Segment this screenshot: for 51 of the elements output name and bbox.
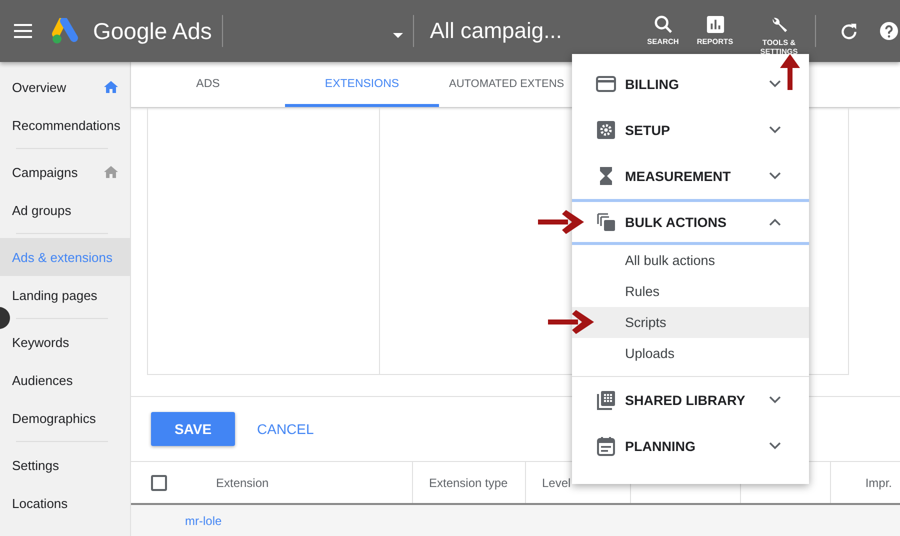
- bar-chart-icon: [706, 15, 724, 34]
- chevron-up-icon: [769, 218, 781, 226]
- library-icon: [596, 390, 616, 410]
- sidebar-item[interactable]: Audiences: [0, 361, 130, 399]
- column-header[interactable]: Extension: [216, 476, 269, 490]
- menu-section[interactable]: SETUP: [572, 107, 809, 153]
- annotation-arrow: [548, 310, 594, 334]
- menu-item[interactable]: Uploads: [572, 338, 809, 369]
- chevron-down-icon: [769, 172, 781, 180]
- caret-icon[interactable]: [392, 32, 403, 38]
- menu-item[interactable]: Scripts: [572, 307, 809, 338]
- sidebar-item[interactable]: Ad groups: [0, 191, 130, 229]
- sidebar-item[interactable]: Landing pages: [0, 276, 130, 314]
- column-header[interactable]: Extension type: [429, 476, 508, 490]
- menu-section[interactable]: MEASUREMENT: [572, 153, 809, 199]
- menu-icon[interactable]: [14, 24, 32, 38]
- refresh-icon[interactable]: [840, 22, 858, 40]
- menu-section[interactable]: PLANNING: [572, 423, 809, 469]
- sidebar-item[interactable]: Keywords: [0, 323, 130, 361]
- sidebar-item[interactable]: Demographics: [0, 399, 130, 437]
- save-button[interactable]: SAVE: [151, 412, 235, 446]
- calendar-icon: [596, 436, 616, 456]
- sidebar-item[interactable]: Overview: [0, 68, 130, 106]
- help-icon[interactable]: [880, 22, 898, 40]
- column-header[interactable]: Level: [542, 476, 571, 490]
- menu-section[interactable]: BILLING: [572, 61, 809, 107]
- chevron-down-icon: [769, 442, 781, 450]
- column-header[interactable]: Impr.: [865, 476, 892, 490]
- gear-icon: [596, 120, 616, 140]
- copy-icon: [596, 212, 616, 232]
- menu-item[interactable]: Rules: [572, 276, 809, 307]
- menu-section[interactable]: SHARED LIBRARY: [572, 377, 809, 423]
- sidebar-item[interactable]: Settings: [0, 446, 130, 484]
- search-icon: [654, 15, 672, 34]
- checkbox[interactable]: [151, 474, 167, 491]
- card-icon: [596, 74, 616, 94]
- sidebar-item[interactable]: Locations: [0, 484, 130, 522]
- chevron-down-icon: [769, 396, 781, 404]
- tab[interactable]: ADS: [131, 62, 285, 107]
- sidebar-item[interactable]: Campaigns: [0, 153, 130, 191]
- annotation-arrow: [538, 210, 584, 234]
- tab[interactable]: EXTENSIONS: [285, 62, 439, 107]
- menu-item[interactable]: All bulk actions: [572, 245, 809, 276]
- menu-section[interactable]: BULK ACTIONS: [572, 199, 809, 245]
- cancel-button[interactable]: CANCEL: [251, 420, 320, 438]
- app-name: Google Ads: [93, 18, 212, 44]
- sidebar-item[interactable]: Recommendations: [0, 106, 130, 144]
- account-title: All campaig...: [430, 18, 562, 44]
- chevron-down-icon: [769, 126, 781, 134]
- annotation-arrow: [780, 54, 800, 90]
- chevron-down-icon: [769, 80, 781, 88]
